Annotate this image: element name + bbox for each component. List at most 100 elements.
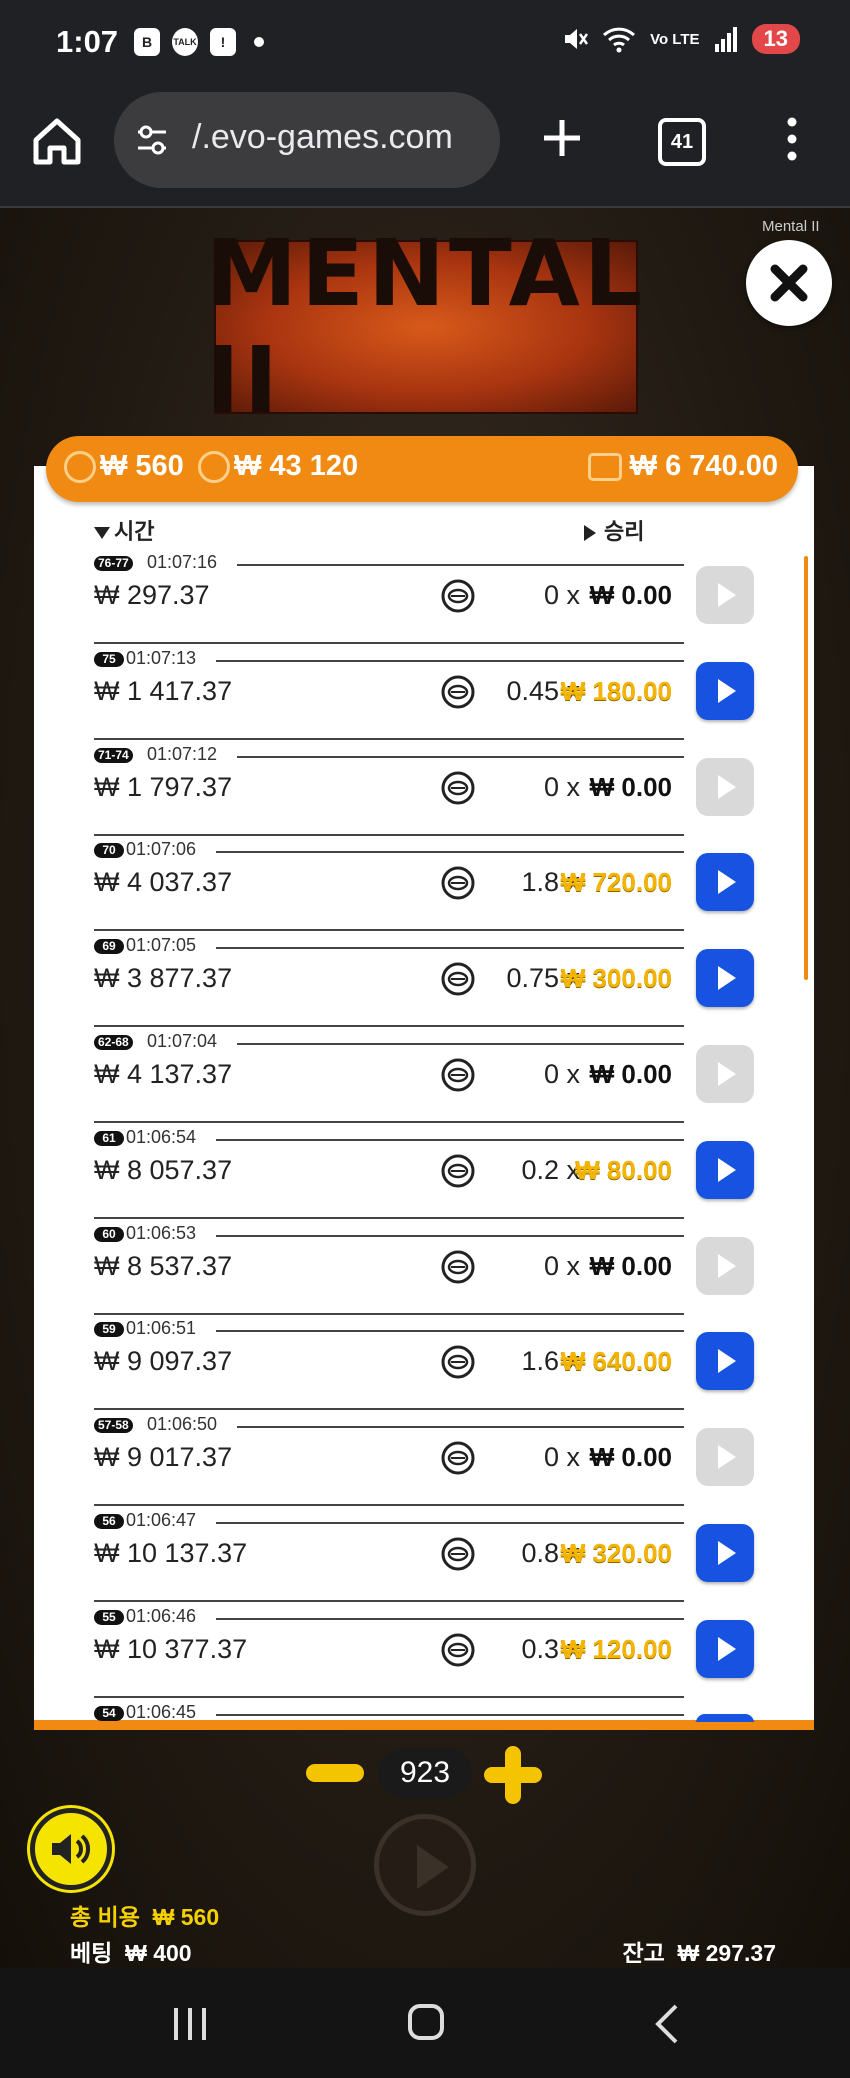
round-badge: 56: [94, 1514, 124, 1529]
round-win: ₩ 0.00: [589, 1250, 672, 1281]
row-divider: [94, 1504, 684, 1507]
coin-icon: [440, 1153, 476, 1189]
row-separator: [216, 947, 684, 950]
row-divider: [94, 737, 684, 740]
round-balance: ₩ 10 377.37: [94, 1633, 248, 1664]
round-badge: 59: [94, 1322, 124, 1338]
round-badge: 76-77: [94, 556, 133, 571]
recent-apps-icon[interactable]: [170, 2006, 210, 2042]
decrease-button[interactable]: [306, 1764, 364, 1782]
row-separator: [216, 1713, 684, 1716]
round-multiplier: 0 x: [543, 580, 580, 610]
round-balance: ₩ 4 137.37: [94, 1059, 233, 1089]
round-badge: 61: [94, 1130, 124, 1146]
coin-icon: [440, 1344, 476, 1380]
replay-button[interactable]: [696, 853, 754, 912]
round-balance: ₩ 8 057.37: [94, 1154, 233, 1185]
increase-button[interactable]: [484, 1746, 542, 1804]
replay-button[interactable]: [696, 949, 754, 1008]
replay-button[interactable]: [696, 1713, 754, 1722]
balance-label: 잔고: [622, 1940, 665, 1966]
round-balance: ₩ 3 877.37: [94, 963, 233, 994]
round-multiplier: 0 x: [543, 1250, 580, 1281]
bet-count: 923: [378, 1748, 472, 1798]
round-win: ₩ 180.00: [560, 675, 672, 706]
round-balance: ₩ 1 797.37: [94, 771, 233, 802]
round-badge: 55: [94, 1609, 124, 1625]
round-balance: ₩ 10 137.37: [94, 1538, 248, 1568]
system-nav-bar: [0, 1968, 850, 2078]
coin-icon: [440, 1440, 476, 1476]
replay-button: [696, 1045, 754, 1103]
replay-button[interactable]: [696, 1524, 754, 1582]
replay-button[interactable]: [696, 1140, 754, 1199]
history-row: 57-58 01:06:50 ₩ 9 017.37 0 x ₩ 0.00: [94, 1414, 754, 1510]
row-divider: [94, 929, 684, 932]
row-separator: [216, 1138, 684, 1141]
row-separator: [237, 1426, 684, 1429]
history-row: 69 01:07:05 ₩ 3 877.37 0.75 x ₩ 300.00: [94, 935, 754, 1031]
history-row: 59 01:06:51 ₩ 9 097.37 1.6 x ₩ 640.00: [94, 1318, 754, 1414]
round-time: 01:06:46: [126, 1605, 197, 1626]
row-separator: [216, 1234, 684, 1237]
history-row: 62-68 01:07:04 ₩ 4 137.37 0 x ₩ 0.00: [94, 1031, 754, 1127]
row-divider: [94, 1312, 684, 1315]
round-multiplier: 0 x: [543, 1442, 580, 1473]
balance: 잔고 ₩ 297.37: [622, 1934, 776, 1968]
round-balance: ₩ 8 537.37: [94, 1250, 233, 1281]
coin-icon: [440, 1249, 476, 1285]
history-row: 76-77 01:07:16 ₩ 297.37 0 x ₩ 0.00: [94, 552, 754, 648]
row-separator: [237, 564, 684, 566]
row-divider: [94, 1216, 684, 1219]
history-row: 71-74 01:07:12 ₩ 1 797.37 0 x ₩ 0.00: [94, 744, 754, 840]
bet-value: ₩ 400: [125, 1940, 192, 1966]
round-win: ₩ 120.00: [560, 1633, 672, 1664]
round-time: 01:06:53: [126, 1222, 197, 1243]
round-time: 01:06:51: [126, 1318, 197, 1339]
round-balance: ₩ 297.37: [94, 580, 210, 610]
replay-button[interactable]: [696, 661, 754, 720]
round-balance: ₩ 9 017.37: [94, 1442, 233, 1473]
sound-button[interactable]: [30, 1808, 112, 1890]
round-win: ₩ 0.00: [589, 1059, 672, 1089]
round-badge: 62-68: [94, 1035, 133, 1050]
round-multiplier: 0 x: [543, 771, 580, 802]
nav-home-icon[interactable]: [408, 2004, 444, 2040]
row-divider: [94, 833, 684, 836]
round-time: 01:07:04: [147, 1031, 218, 1051]
round-balance: ₩ 1 417.37: [94, 675, 233, 706]
row-divider: [94, 1408, 684, 1411]
replay-button[interactable]: [696, 1619, 754, 1678]
row-separator: [216, 851, 684, 854]
total-cost-label: 총 비용: [70, 1904, 140, 1930]
round-win: ₩ 0.00: [589, 1442, 672, 1473]
replay-button: [696, 757, 754, 816]
spin-button[interactable]: [374, 1814, 476, 1916]
round-badge: 54: [94, 1705, 124, 1721]
history-row: 75 01:07:13 ₩ 1 417.37 0.45 x ₩ 180.00: [94, 648, 754, 744]
coin-icon: [440, 1057, 476, 1093]
back-icon[interactable]: [648, 2002, 688, 2046]
round-time: 01:06:50: [147, 1414, 218, 1435]
row-divider: [94, 1121, 684, 1123]
round-badge: 71-74: [94, 747, 133, 763]
history-row: 55 01:06:46 ₩ 10 377.37 0.3 x ₩ 120.00: [94, 1606, 754, 1702]
round-multiplier: 0.2 x: [521, 1154, 580, 1185]
round-badge: 69: [94, 939, 124, 955]
history-row: 70 01:07:06 ₩ 4 037.37 1.8 x ₩ 720.00: [94, 839, 754, 935]
replay-button[interactable]: [696, 1332, 754, 1391]
row-divider: [94, 1695, 684, 1698]
round-badge: 75: [94, 651, 124, 667]
round-balance: ₩ 4 037.37: [94, 867, 233, 898]
round-win: ₩ 80.00: [575, 1154, 672, 1185]
round-time: 01:06:54: [126, 1126, 197, 1147]
speaker-icon: [52, 1834, 90, 1864]
coin-icon: [440, 1632, 476, 1668]
replay-button: [696, 1236, 754, 1295]
total-cost: 총 비용 ₩ 560: [70, 1898, 219, 1932]
row-separator: [237, 755, 684, 758]
bet: 베팅 ₩ 400: [70, 1934, 192, 1968]
coin-icon: [440, 674, 476, 710]
row-separator: [216, 1522, 684, 1524]
round-badge: 70: [94, 843, 124, 859]
